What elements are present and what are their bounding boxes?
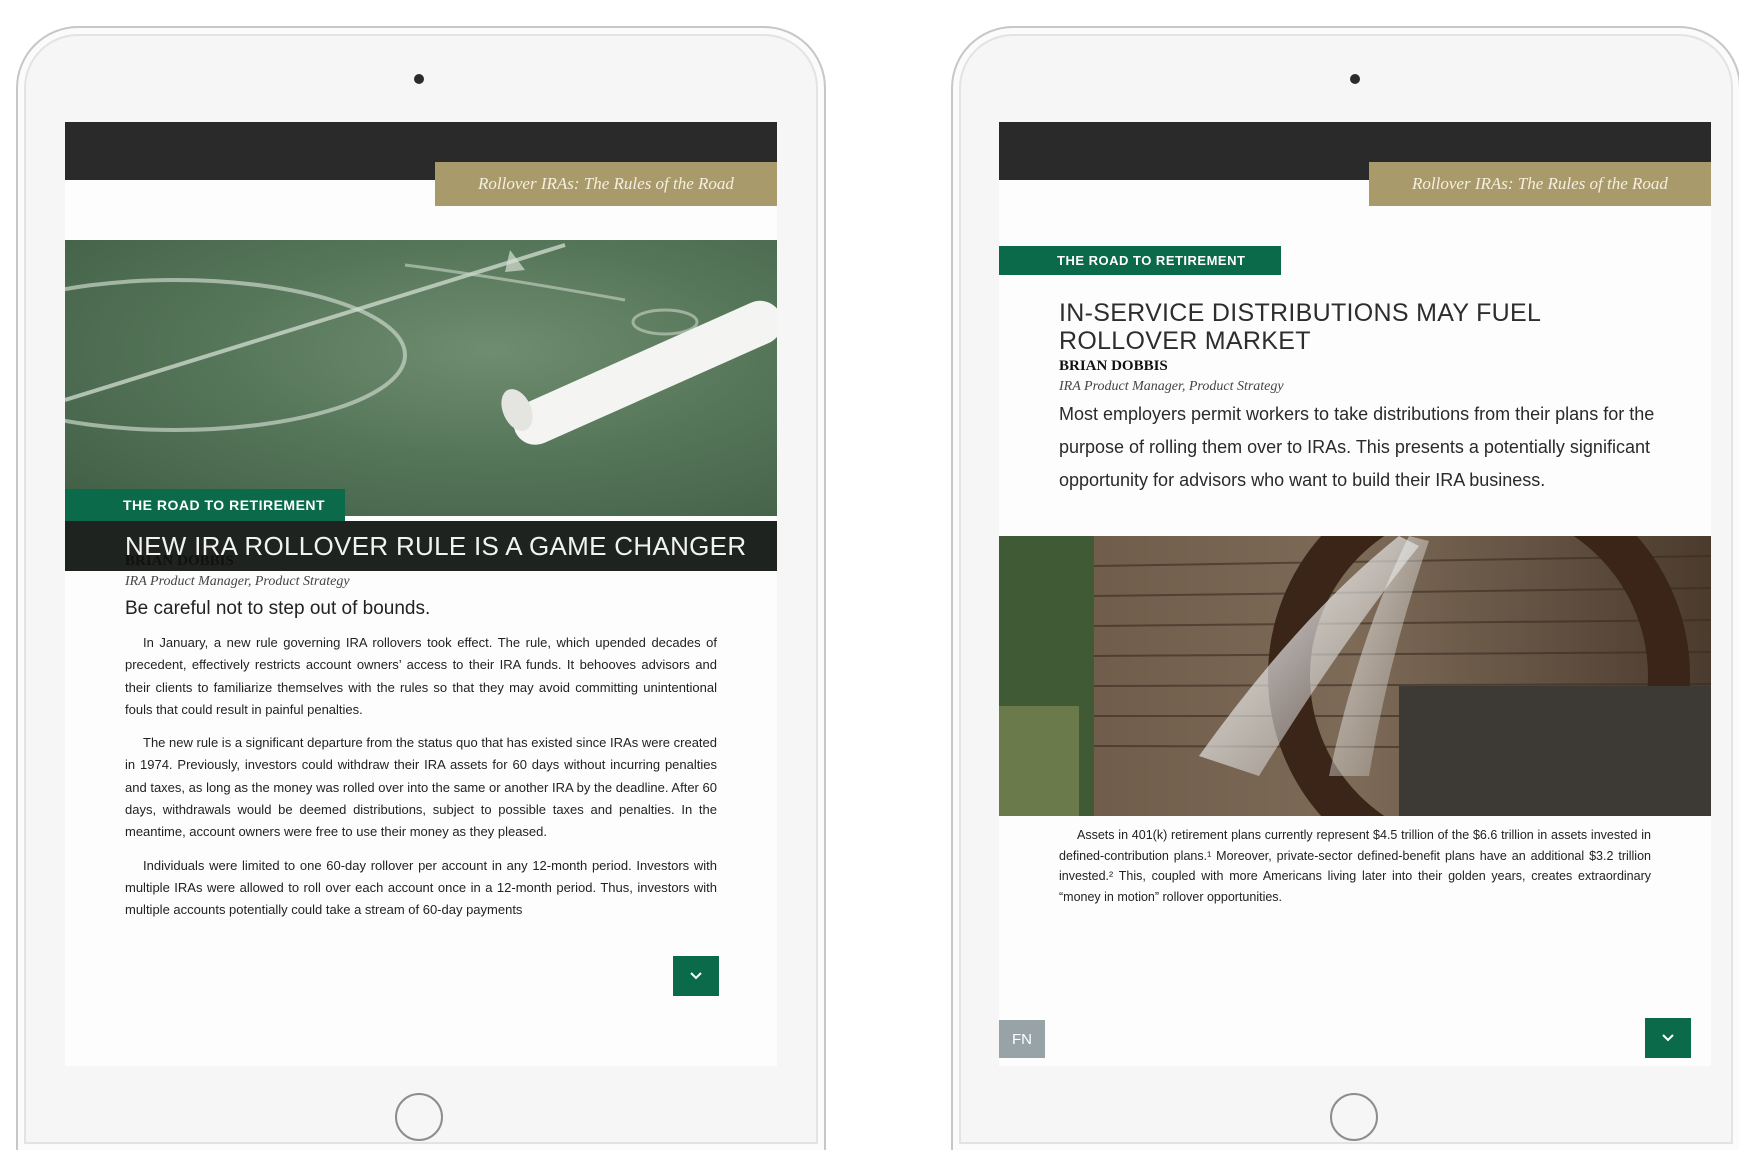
- next-page-button[interactable]: [673, 956, 719, 996]
- ipad-left: Rollover IRAs: The Rules of the Road THE…: [16, 26, 826, 1150]
- section-tag: THE ROAD TO RETIREMENT: [999, 246, 1281, 275]
- home-button[interactable]: [1330, 1093, 1378, 1141]
- next-page-button[interactable]: [1645, 1018, 1691, 1058]
- left-page: Rollover IRAs: The Rules of the Road THE…: [65, 122, 777, 1066]
- article-body: In January, a new rule governing IRA rol…: [125, 632, 717, 933]
- footnote-button[interactable]: FN: [999, 1020, 1045, 1058]
- waterwheel-image: [999, 536, 1711, 816]
- body-paragraph: Assets in 401(k) retirement plans curren…: [1059, 828, 1651, 904]
- chevron-down-icon: [1662, 1034, 1674, 1042]
- camera-icon: [1350, 74, 1360, 84]
- author-name: BRIAN DOBBIS: [125, 553, 234, 569]
- body-paragraph: Individuals were limited to one 60-day r…: [125, 857, 717, 918]
- ipad-right: Rollover IRAs: The Rules of the Road THE…: [951, 26, 1739, 1150]
- author-name: BRIAN DOBBIS: [1059, 358, 1168, 374]
- right-page: Rollover IRAs: The Rules of the Road THE…: [999, 122, 1711, 1066]
- camera-icon: [414, 74, 424, 84]
- running-head: Rollover IRAs: The Rules of the Road: [1369, 162, 1711, 206]
- running-head: Rollover IRAs: The Rules of the Road: [435, 162, 777, 206]
- author-role: IRA Product Manager, Product Strategy: [125, 574, 350, 589]
- article-title: IN-SERVICE DISTRIBUTIONS MAY FUEL ROLLOV…: [1059, 299, 1541, 355]
- chalkboard-image: [65, 240, 777, 516]
- chevron-down-icon: [690, 972, 702, 980]
- author-role: IRA Product Manager, Product Strategy: [1059, 379, 1284, 394]
- body-paragraph: The new rule is a significant departure …: [125, 735, 717, 840]
- article-deck: Most employers permit workers to take di…: [1059, 404, 1655, 490]
- section-tag: THE ROAD TO RETIREMENT: [65, 489, 345, 521]
- article-deck: Be careful not to step out of bounds.: [125, 598, 431, 619]
- article-body: Assets in 401(k) retirement plans curren…: [1059, 825, 1651, 918]
- body-paragraph: In January, a new rule governing IRA rol…: [125, 635, 717, 717]
- home-button[interactable]: [395, 1093, 443, 1141]
